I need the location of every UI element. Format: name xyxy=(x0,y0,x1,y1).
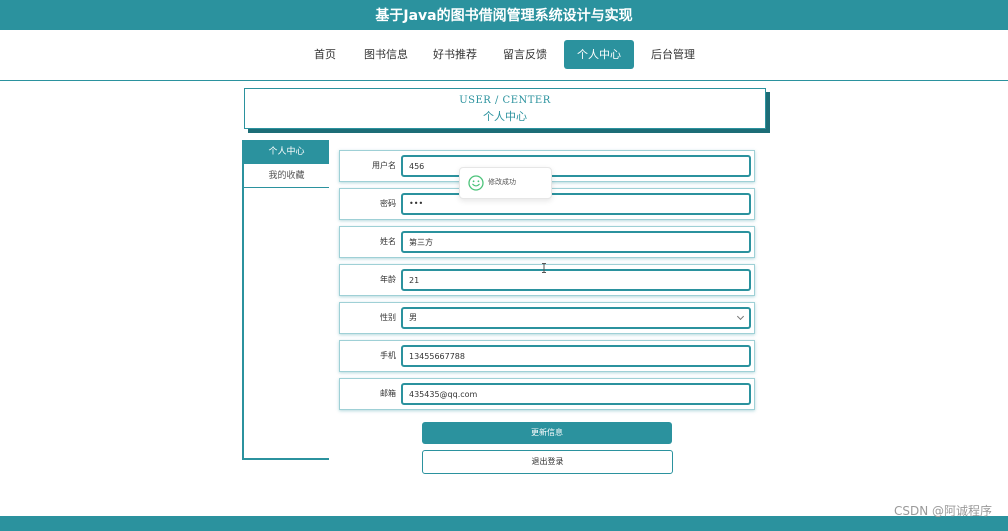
text-cursor-icon xyxy=(542,263,546,273)
gender-selected-value: 男 xyxy=(409,313,417,322)
name-label: 姓名 xyxy=(380,237,396,246)
section-title-en: USER / CENTER xyxy=(459,95,551,106)
nav-user-center[interactable]: 个人中心 xyxy=(564,40,634,69)
sidebar-item-user-center[interactable]: 个人中心 xyxy=(244,140,329,164)
csdn-watermark: CSDN @阿诚程序 xyxy=(893,504,992,518)
sidebar-item-favorites[interactable]: 我的收藏 xyxy=(244,164,329,188)
footer-bar xyxy=(0,516,1008,531)
age-label: 年龄 xyxy=(380,275,396,284)
nav-home[interactable]: 首页 xyxy=(306,40,344,69)
nav-admin[interactable]: 后台管理 xyxy=(645,40,701,69)
nav-feedback[interactable]: 留言反馈 xyxy=(497,40,553,69)
phone-label: 手机 xyxy=(380,351,396,360)
phone-row: 手机 xyxy=(339,340,755,372)
phone-input[interactable] xyxy=(401,345,751,367)
age-row: 年龄 xyxy=(339,264,755,296)
age-input[interactable] xyxy=(401,269,751,291)
chevron-down-icon xyxy=(736,312,745,321)
gender-row: 性别 男 xyxy=(339,302,755,334)
success-toast: 修改成功 xyxy=(459,167,552,199)
name-input[interactable] xyxy=(401,231,751,253)
smile-icon xyxy=(468,175,484,191)
logout-button[interactable]: 退出登录 xyxy=(422,450,673,474)
main-navbar: 首页 图书信息 好书推荐 留言反馈 个人中心 后台管理 xyxy=(0,30,1008,81)
email-label: 邮箱 xyxy=(380,389,396,398)
update-info-button[interactable]: 更新信息 xyxy=(422,422,672,444)
gender-select[interactable]: 男 xyxy=(401,307,751,329)
user-sidebar: 个人中心 我的收藏 xyxy=(242,140,329,460)
name-row: 姓名 xyxy=(339,226,755,258)
toast-message: 修改成功 xyxy=(488,178,516,186)
username-input[interactable] xyxy=(401,155,751,177)
email-row: 邮箱 xyxy=(339,378,755,410)
nav-recommended-books[interactable]: 好书推荐 xyxy=(427,40,483,69)
site-title: 基于Java的图书借阅管理系统设计与实现 xyxy=(375,8,633,24)
top-header-bar: 基于Java的图书借阅管理系统设计与实现 xyxy=(0,0,1008,30)
section-title-zh: 个人中心 xyxy=(483,110,527,123)
password-label: 密码 xyxy=(380,199,396,208)
password-input[interactable]: ••• xyxy=(401,193,751,215)
nav-book-info[interactable]: 图书信息 xyxy=(358,40,414,69)
section-title-box: USER / CENTER 个人中心 xyxy=(244,88,766,129)
gender-label: 性别 xyxy=(380,313,396,322)
email-input[interactable] xyxy=(401,383,751,405)
username-label: 用户名 xyxy=(372,161,396,170)
